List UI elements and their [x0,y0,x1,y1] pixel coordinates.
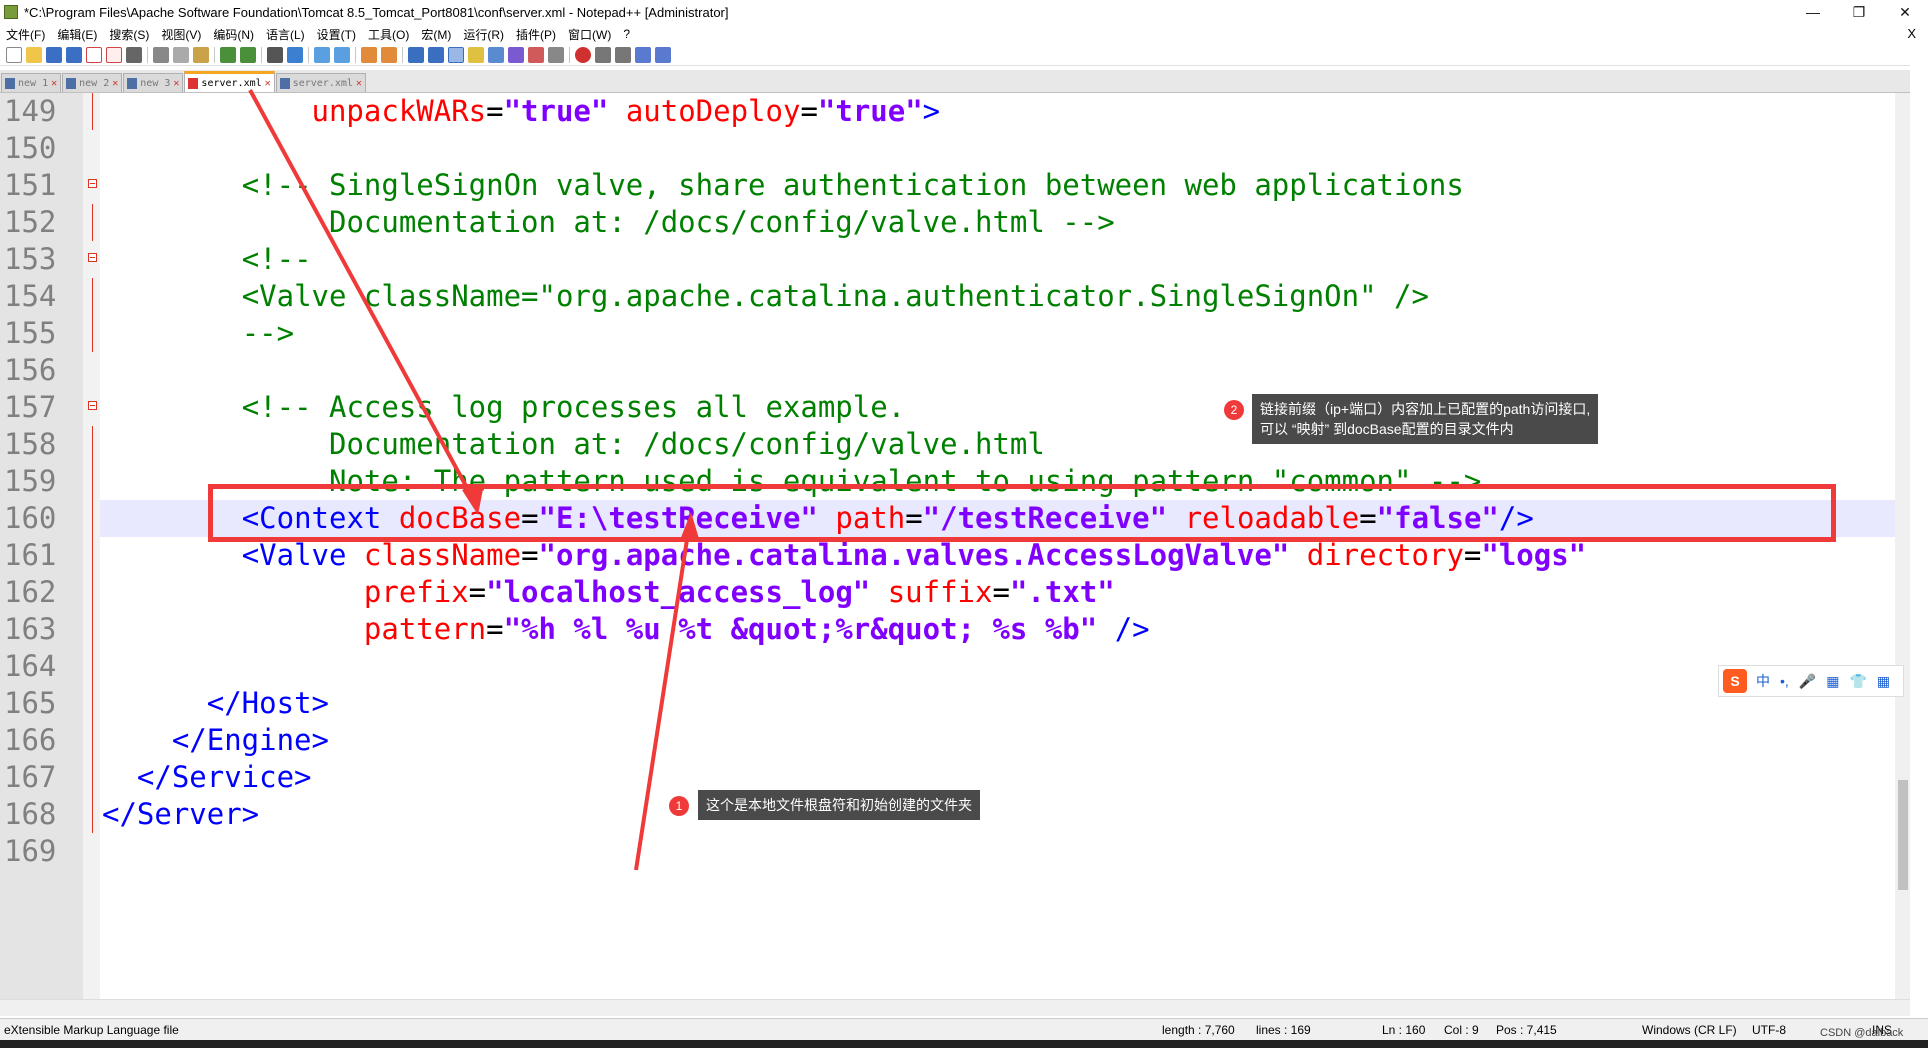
microphone-icon[interactable]: 🎤 [1799,673,1816,690]
callout-2-line-2: 可以 “映射” 到docBase配置的目录文件内 [1260,421,1514,437]
taskbar-strip [0,1040,1928,1048]
callout-1: 这个是本地文件根盘符和初始创建的文件夹 [698,790,980,820]
arrow-line-1 [248,89,480,509]
status-bar: eXtensible Markup Language file length :… [0,1018,1928,1041]
callout-2-line-1: 链接前缀（ip+端口）内容加上已配置的path访问接口, [1260,401,1591,417]
status-eol[interactable]: Windows (CR LF) [1642,1023,1737,1037]
status-lines: lines : 169 [1256,1023,1311,1037]
toolbox-icon[interactable]: ▦ [1877,673,1890,690]
callout-2-badge: 2 [1224,400,1244,420]
status-position: Pos : 7,415 [1496,1023,1557,1037]
arrow-line-2 [634,519,692,871]
status-line-number: Ln : 160 [1382,1023,1426,1037]
keyboard-icon[interactable]: ▦ [1826,673,1839,690]
context-line-highlight [208,484,1836,542]
ime-chinese-mode[interactable]: 中 [1756,671,1770,691]
skin-icon[interactable]: 👕 [1849,673,1866,690]
callout-1-badge: 1 [669,796,689,816]
ime-punctuation-icon[interactable]: •, [1780,673,1789,689]
callout-2: 链接前缀（ip+端口）内容加上已配置的path访问接口, 可以 “映射” 到do… [1252,394,1599,444]
status-encoding[interactable]: UTF-8 [1752,1023,1786,1037]
ime-toolbar[interactable]: S 中 •, 🎤 ▦ 👕 ▦ [1718,665,1904,697]
sogou-logo-icon[interactable]: S [1723,669,1747,693]
status-filetype: eXtensible Markup Language file [4,1023,179,1037]
status-length: length : 7,760 [1162,1023,1235,1037]
watermark: CSDN @dalback [1820,1027,1904,1039]
status-column: Col : 9 [1444,1023,1479,1037]
